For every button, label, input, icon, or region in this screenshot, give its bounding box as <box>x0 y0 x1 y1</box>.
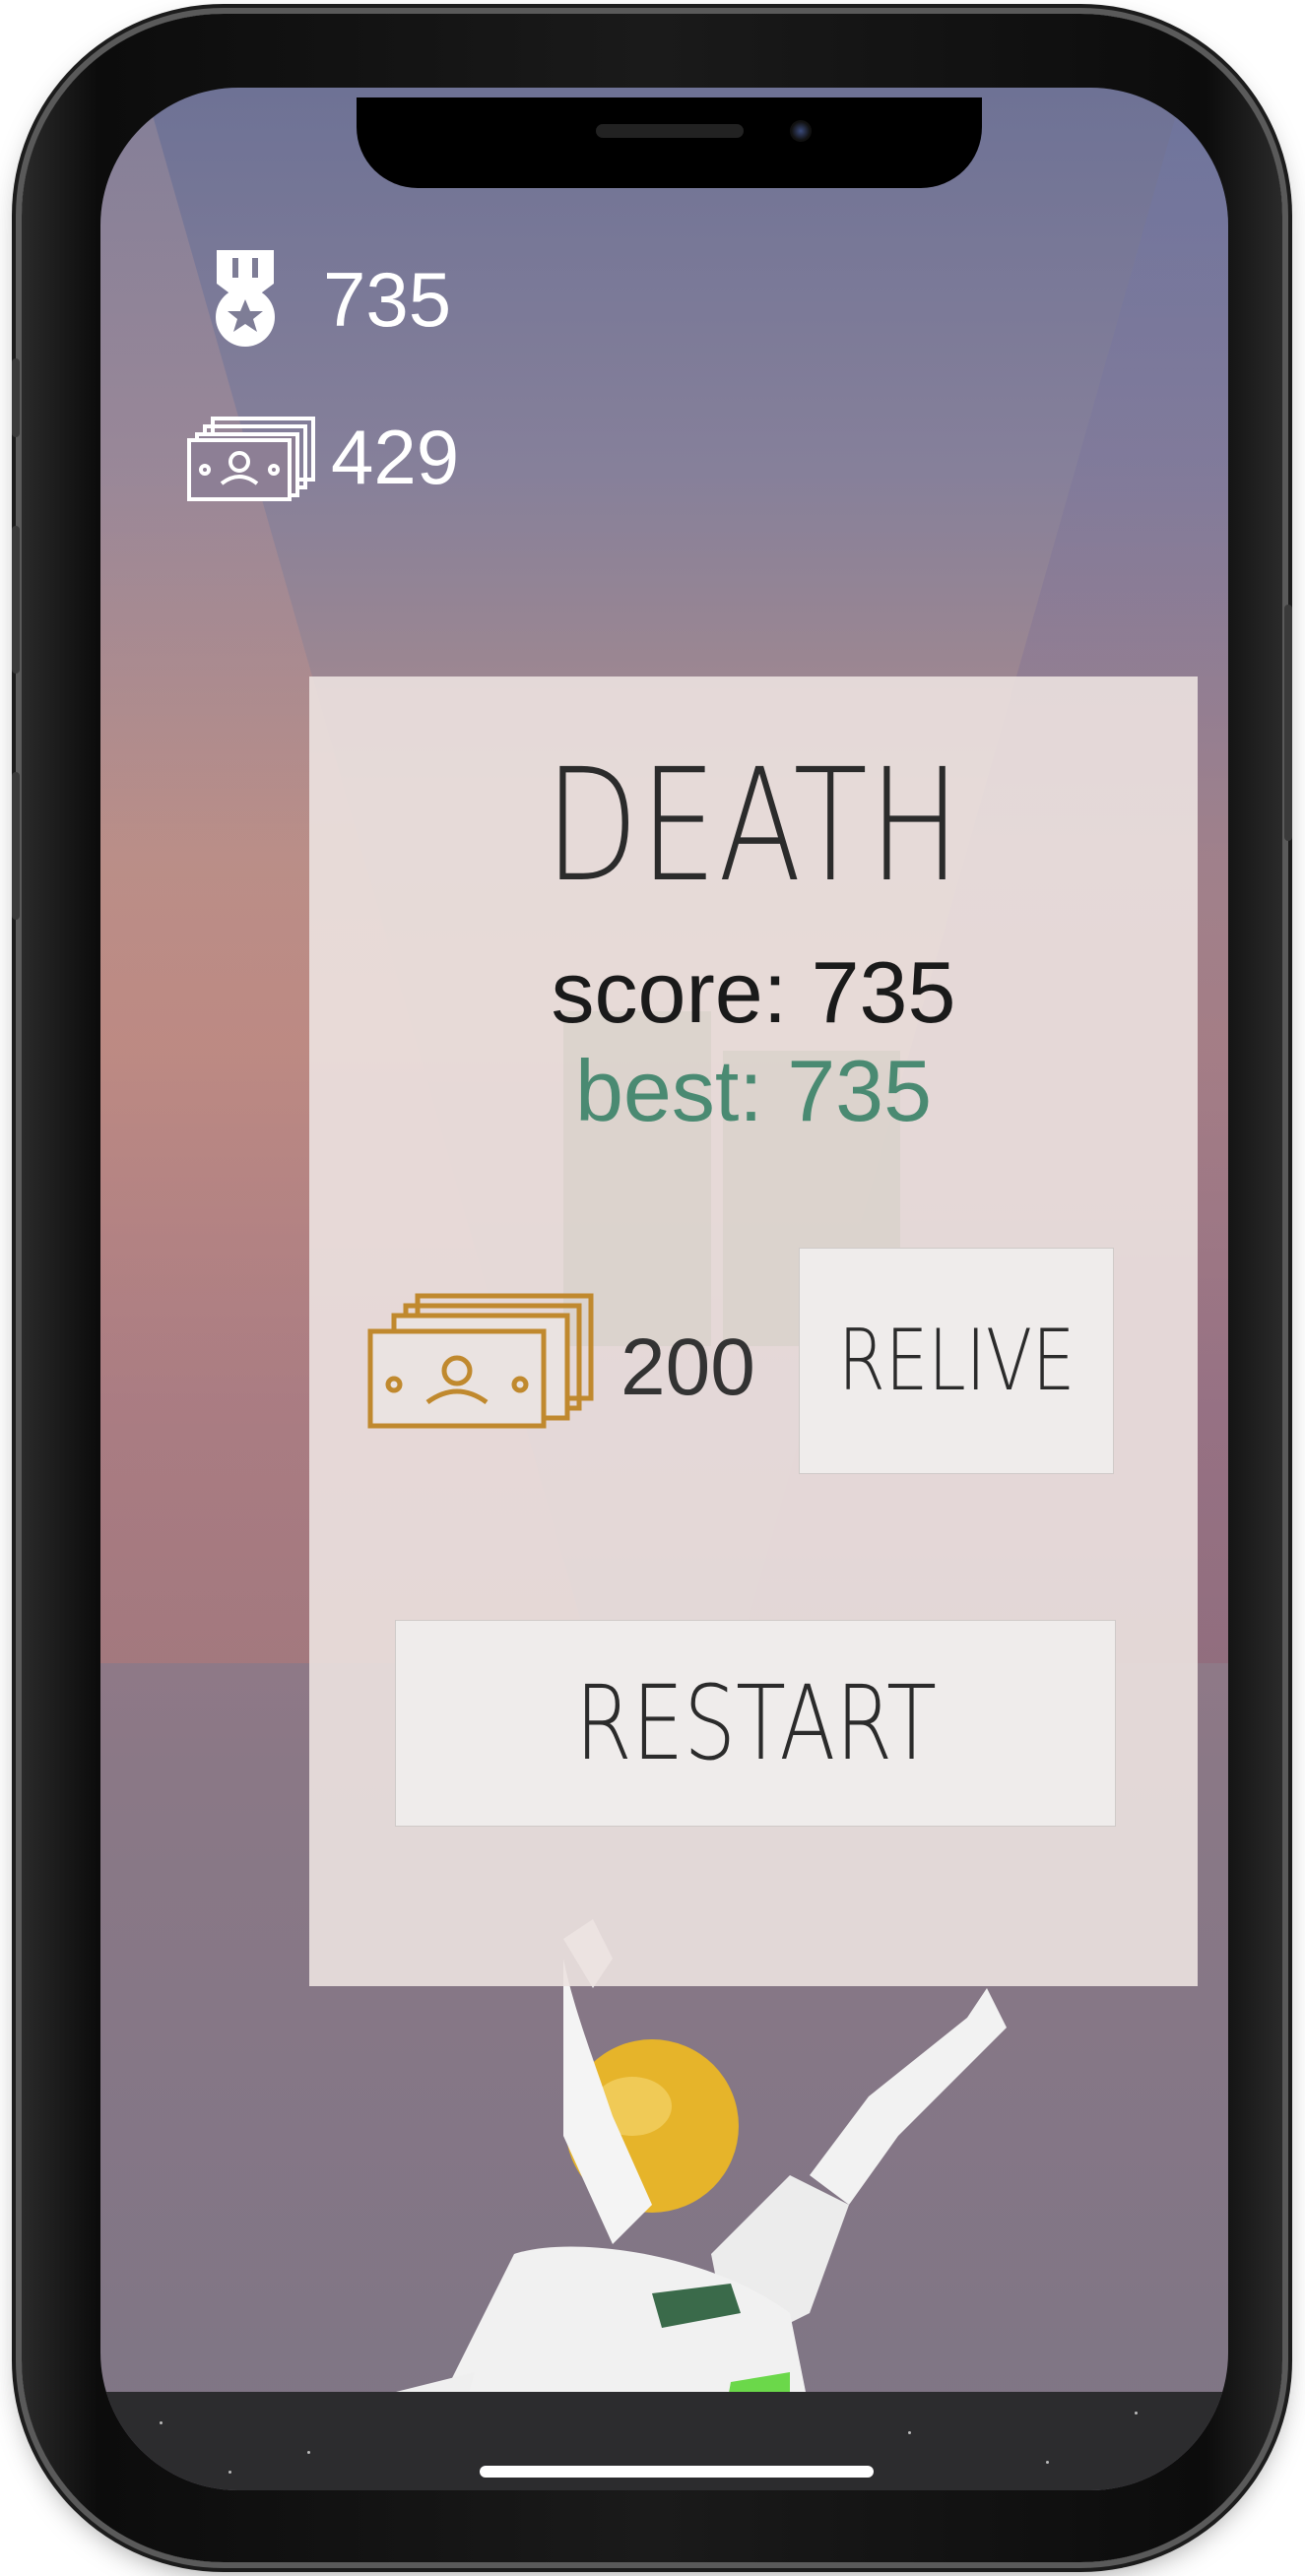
relive-button[interactable]: RELIVE <box>799 1248 1114 1474</box>
home-indicator[interactable] <box>480 2466 874 2478</box>
dialog-title: DEATH <box>545 736 962 917</box>
earpiece-speaker <box>596 124 744 138</box>
relive-button-label: RELIVE <box>837 1312 1076 1410</box>
cash-stack-icon <box>187 416 315 501</box>
notch <box>357 97 982 188</box>
mute-switch <box>12 358 20 437</box>
phone-frame: 735 429 DEATH score: 735 best: 735 200 R… <box>12 14 1292 2562</box>
volume-up-button <box>12 526 20 674</box>
relive-cost-value: 200 <box>620 1322 755 1412</box>
hud-money: 429 <box>187 413 459 502</box>
power-button <box>1284 605 1292 841</box>
hud-score: 735 <box>209 250 451 349</box>
restart-button-label: RESTART <box>574 1663 937 1783</box>
hud-score-value: 735 <box>323 255 452 343</box>
medal-icon <box>216 250 275 347</box>
volume-down-button <box>12 772 20 920</box>
front-camera <box>790 120 812 142</box>
cash-stack-icon <box>367 1293 594 1429</box>
best-score-text: best: 735 <box>574 1042 933 1139</box>
hud-money-value: 429 <box>331 414 460 500</box>
death-dialog: DEATH score: 735 best: 735 200 RELIVE RE… <box>309 676 1198 1986</box>
final-score-text: score: 735 <box>551 943 956 1041</box>
restart-button[interactable]: RESTART <box>395 1620 1116 1827</box>
game-screen[interactable]: 735 429 DEATH score: 735 best: 735 200 R… <box>100 88 1228 2490</box>
